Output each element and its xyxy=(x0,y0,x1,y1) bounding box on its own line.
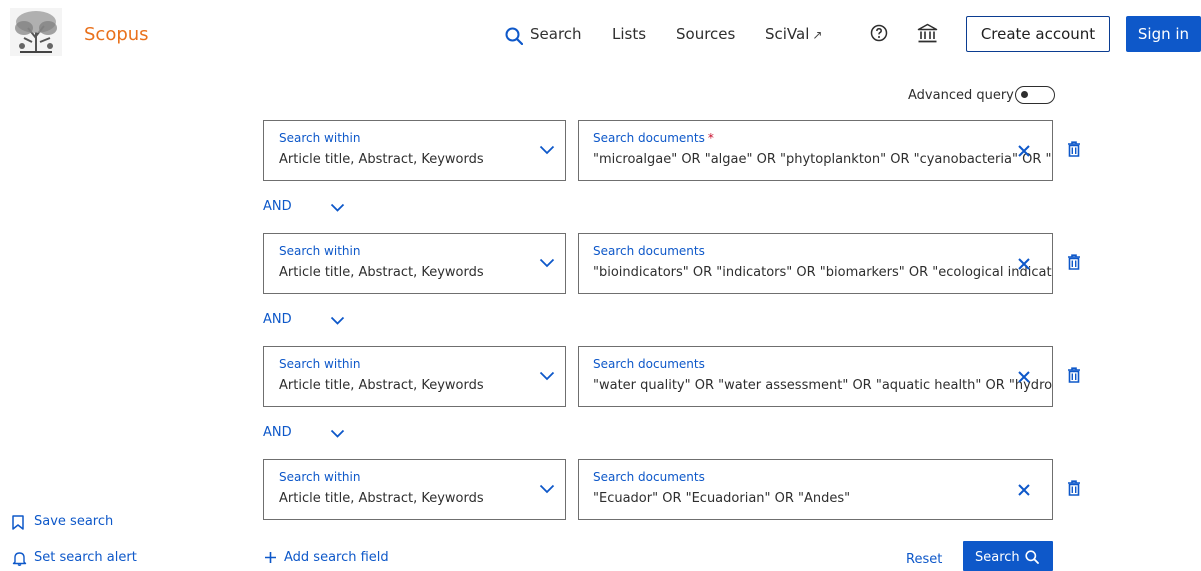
search-documents-label: Search documents * xyxy=(593,131,714,145)
search-documents-label: Search documents xyxy=(593,470,705,484)
nav-sources[interactable]: Sources xyxy=(676,25,735,43)
advanced-query-label: Advanced query xyxy=(908,88,1014,103)
trash-icon[interactable] xyxy=(1067,141,1081,157)
search-icon xyxy=(1025,550,1039,564)
nav-scival-label: SciVal xyxy=(765,25,810,43)
nav-search[interactable]: Search xyxy=(505,25,582,45)
nav-lists[interactable]: Lists xyxy=(612,25,646,43)
set-search-alert-label: Set search alert xyxy=(34,550,137,565)
sign-in-button[interactable]: Sign in xyxy=(1126,16,1201,52)
search-documents-field[interactable]: Search documents "Ecuador" OR "Ecuadoria… xyxy=(578,459,1053,520)
add-search-field-label: Add search field xyxy=(284,550,389,565)
chevron-down-icon xyxy=(539,145,555,155)
close-icon[interactable] xyxy=(1016,482,1032,498)
chevron-down-icon[interactable] xyxy=(330,429,345,438)
trash-icon[interactable] xyxy=(1067,254,1081,270)
required-marker: * xyxy=(707,131,714,145)
advanced-query-toggle[interactable] xyxy=(1015,86,1055,104)
search-documents-label: Search documents xyxy=(593,357,705,371)
elsevier-tree-logo[interactable] xyxy=(10,8,62,56)
search-within-select[interactable]: Search within Article title, Abstract, K… xyxy=(263,346,566,407)
help-icon[interactable] xyxy=(870,24,888,42)
plus-icon xyxy=(265,552,276,563)
search-within-value: Article title, Abstract, Keywords xyxy=(279,152,484,167)
search-within-label: Search within xyxy=(279,131,361,145)
search-documents-field[interactable]: Search documents "bioindicators" OR "ind… xyxy=(578,233,1053,294)
search-within-label: Search within xyxy=(279,244,361,258)
search-within-select[interactable]: Search within Article title, Abstract, K… xyxy=(263,233,566,294)
search-within-value: Article title, Abstract, Keywords xyxy=(279,378,484,393)
bell-icon xyxy=(12,552,27,566)
save-search-link[interactable]: Save search xyxy=(12,514,114,530)
search-within-label: Search within xyxy=(279,470,361,484)
reset-button[interactable]: Reset xyxy=(906,552,942,567)
search-documents-input[interactable]: "water quality" OR "water assessment" OR… xyxy=(593,378,1052,393)
search-documents-field[interactable]: Search documents * "microalgae" OR "algae… xyxy=(578,120,1053,181)
search-documents-input[interactable]: "microalgae" OR "algae" OR "phytoplankto… xyxy=(593,152,1052,167)
boolean-operator-select[interactable]: AND xyxy=(263,199,292,214)
chevron-down-icon xyxy=(539,484,555,494)
save-search-label: Save search xyxy=(34,514,114,529)
search-documents-field[interactable]: Search documents "water quality" OR "wat… xyxy=(578,346,1053,407)
nav-scival[interactable]: SciVal ↗ xyxy=(765,25,822,43)
close-icon[interactable] xyxy=(1016,143,1032,159)
scopus-brand[interactable]: Scopus xyxy=(84,24,149,45)
chevron-down-icon xyxy=(539,371,555,381)
boolean-operator-select[interactable]: AND xyxy=(263,425,292,440)
top-header: Scopus Search Lists Sources SciVal ↗ Crea… xyxy=(0,0,1201,70)
search-within-label: Search within xyxy=(279,357,361,371)
boolean-operator-select[interactable]: AND xyxy=(263,312,292,327)
search-submit-button[interactable]: Search xyxy=(963,541,1053,571)
trash-icon[interactable] xyxy=(1067,480,1081,496)
search-within-select[interactable]: Search within Article title, Abstract, K… xyxy=(263,459,566,520)
chevron-down-icon xyxy=(539,258,555,268)
add-search-field-button[interactable]: Add search field xyxy=(264,550,389,565)
search-within-select[interactable]: Search within Article title, Abstract, K… xyxy=(263,120,566,181)
toggle-knob xyxy=(1021,91,1028,98)
search-within-value: Article title, Abstract, Keywords xyxy=(279,265,484,280)
search-documents-label: Search documents xyxy=(593,244,705,258)
chevron-down-icon[interactable] xyxy=(330,203,345,212)
bookmark-icon xyxy=(12,515,24,530)
external-link-icon: ↗ xyxy=(812,28,823,42)
close-icon[interactable] xyxy=(1016,369,1032,385)
search-icon xyxy=(505,27,523,45)
nav-search-label: Search xyxy=(530,25,582,43)
create-account-button[interactable]: Create account xyxy=(966,16,1110,52)
trash-icon[interactable] xyxy=(1067,367,1081,383)
close-icon[interactable] xyxy=(1016,256,1032,272)
institution-icon[interactable] xyxy=(917,23,938,43)
search-documents-input[interactable]: "bioindicators" OR "indicators" OR "biom… xyxy=(593,265,1052,280)
search-documents-input[interactable]: "Ecuador" OR "Ecuadorian" OR "Andes" xyxy=(593,491,1052,506)
chevron-down-icon[interactable] xyxy=(330,316,345,325)
set-search-alert-link[interactable]: Set search alert xyxy=(12,550,137,566)
search-submit-label: Search xyxy=(975,550,1020,565)
search-within-value: Article title, Abstract, Keywords xyxy=(279,491,484,506)
